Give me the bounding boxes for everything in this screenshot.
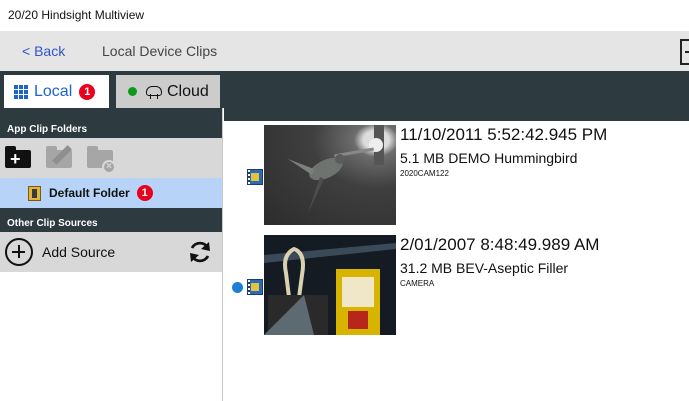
tab-bar: Local 1 Cloud	[0, 71, 689, 108]
cloud-status-dot	[128, 87, 137, 96]
clip-thumbnail[interactable]	[264, 235, 396, 335]
add-source-row: Add Source	[0, 232, 222, 272]
tab-local-badge: 1	[79, 83, 96, 100]
folder-icon	[28, 185, 41, 201]
cloud-icon	[145, 85, 162, 99]
film-clip-icon	[247, 279, 263, 295]
clip-datetime: 2/01/2007 8:48:49.989 AM	[400, 235, 600, 254]
clip-datetime: 11/10/2011 5:52:42.945 PM	[400, 125, 608, 144]
refresh-icon[interactable]	[187, 239, 213, 265]
clip-size: 5.1 MB	[400, 150, 445, 166]
tab-local-label: Local	[34, 82, 73, 100]
clip-list: 11/10/2011 5:52:42.945 PM 5.1 MB DEMO Hu…	[224, 108, 689, 401]
content-top-strip	[224, 108, 689, 121]
back-button[interactable]: < Back	[22, 43, 65, 59]
aseptic-filler-image	[264, 235, 396, 335]
add-source-button[interactable]: Add Source	[42, 244, 115, 260]
tab-cloud-label: Cloud	[167, 82, 209, 100]
nav-bar: < Back Local Device Clips	[0, 31, 689, 71]
add-folder-button[interactable]: +	[4, 144, 32, 172]
clip-source: CAMERA	[400, 279, 435, 288]
folder-item-default[interactable]: Default Folder 1	[0, 178, 222, 208]
clip-name: DEMO Hummingbird	[448, 150, 578, 166]
folder-label: Default Folder	[49, 186, 130, 200]
clip-thumbnail[interactable]	[264, 125, 396, 225]
add-circle-icon[interactable]	[5, 238, 33, 266]
pane-toggle-icon[interactable]	[680, 39, 689, 65]
page-title: Local Device Clips	[102, 43, 218, 59]
clip-info: 31.2 MB BEV-Aseptic Filler	[400, 260, 568, 276]
grid-icon	[14, 84, 28, 99]
remove-folder-button[interactable]: ×	[86, 144, 116, 174]
tab-cloud[interactable]: Cloud	[116, 75, 220, 108]
other-clip-sources-header: Other Clip Sources	[0, 208, 222, 232]
folder-badge: 1	[136, 185, 153, 201]
clip-size: 31.2 MB	[400, 260, 453, 276]
sidebar-top-strip	[0, 108, 222, 121]
clip-item[interactable]: 2/01/2007 8:48:49.989 AM 31.2 MB BEV-Ase…	[224, 235, 689, 335]
selected-dot	[232, 282, 243, 293]
plus-icon: +	[10, 149, 21, 169]
hummingbird-image	[288, 125, 384, 213]
app-clip-folders-header: App Clip Folders	[0, 121, 222, 138]
clip-name: BEV-Aseptic Filler	[456, 260, 569, 276]
title-bar: 20/20 Hindsight Multiview	[0, 0, 689, 31]
clip-item[interactable]: 11/10/2011 5:52:42.945 PM 5.1 MB DEMO Hu…	[224, 125, 689, 225]
sidebar: App Clip Folders + × Default Folder 1 Ot…	[0, 108, 223, 401]
clip-info: 5.1 MB DEMO Hummingbird	[400, 150, 577, 166]
edit-folder-button[interactable]	[45, 144, 73, 172]
tab-local[interactable]: Local 1	[4, 75, 109, 108]
folder-toolbar: + ×	[0, 138, 222, 178]
clip-source: 2020CAM122	[400, 169, 449, 178]
window-title: 20/20 Hindsight Multiview	[8, 8, 145, 22]
film-clip-icon	[247, 169, 263, 185]
close-icon: ×	[102, 160, 116, 174]
